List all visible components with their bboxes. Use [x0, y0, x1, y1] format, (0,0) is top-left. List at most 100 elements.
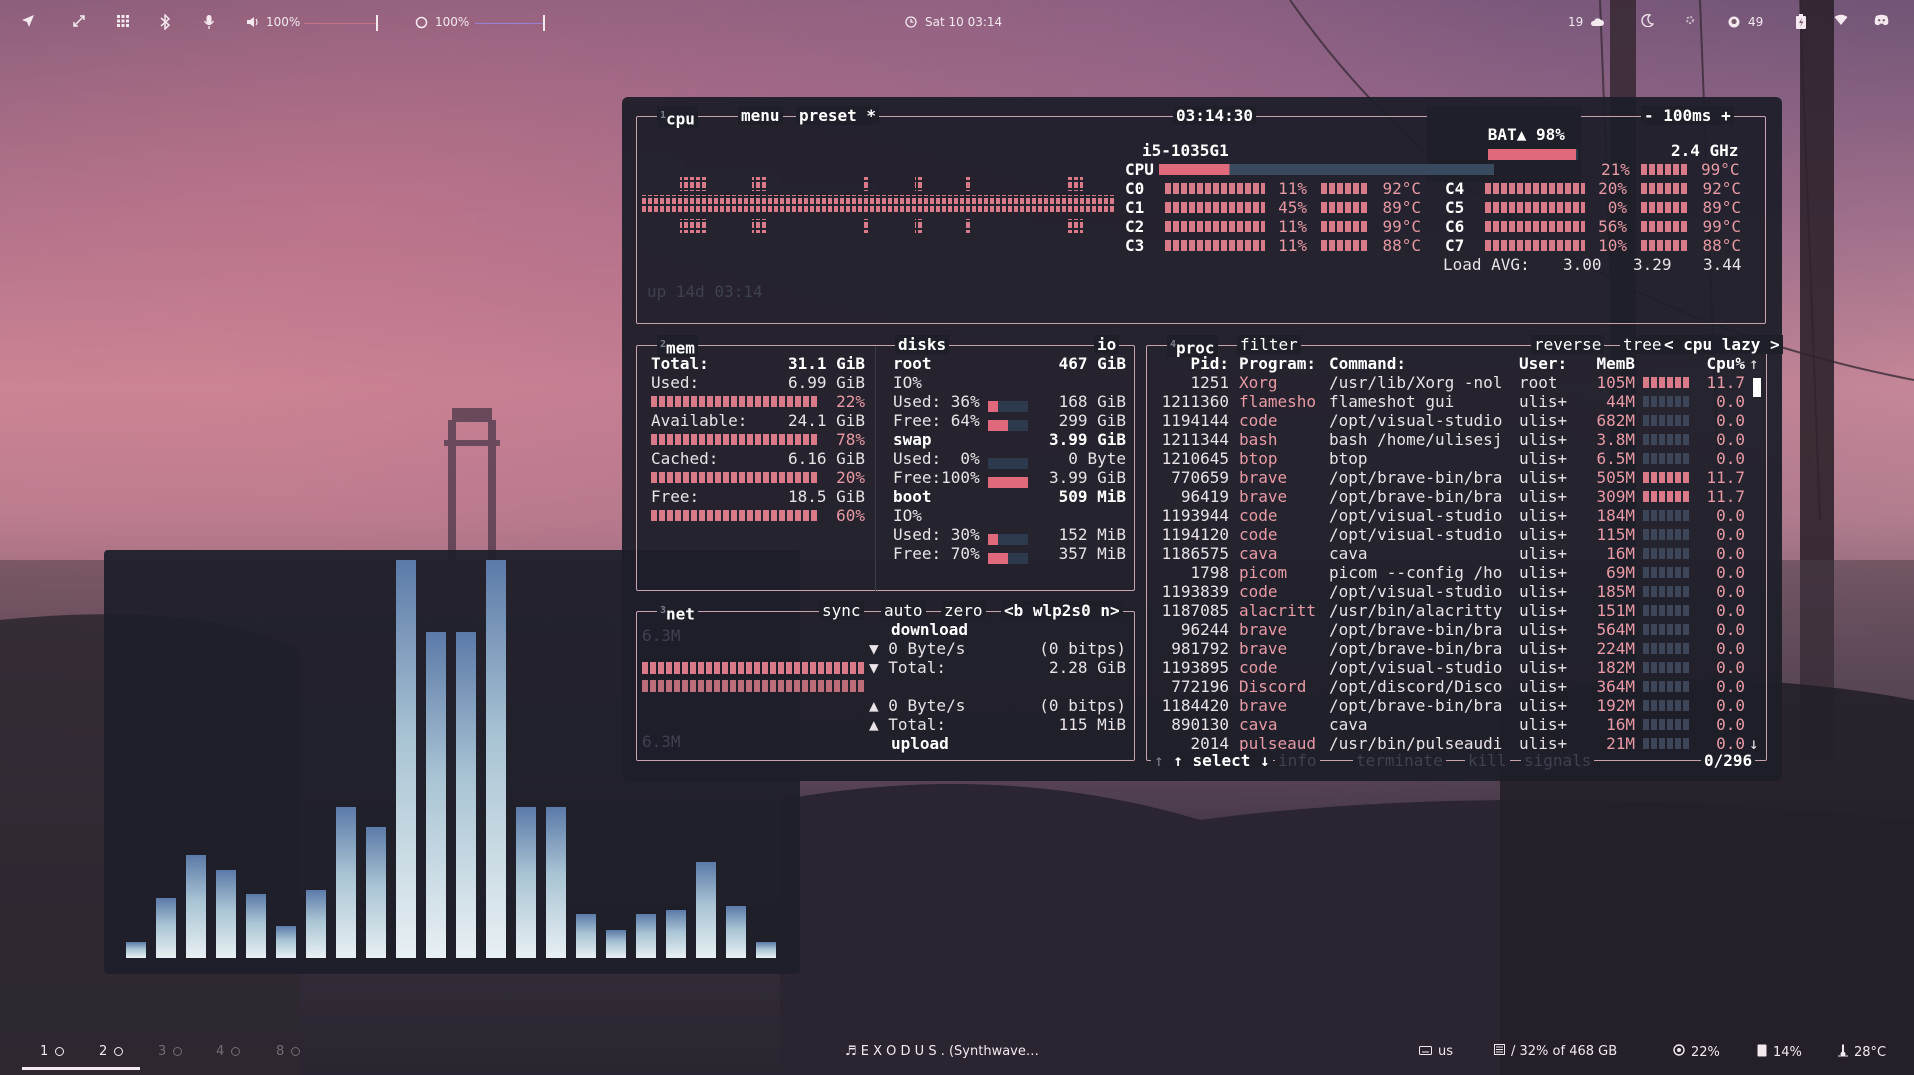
net-zero-toggle[interactable]: zero — [941, 601, 986, 620]
volume-indicator[interactable]: 100% — [244, 14, 300, 30]
proc-signals-button[interactable]: signals — [1521, 751, 1595, 770]
discord-icon[interactable] — [1874, 14, 1889, 26]
process-row[interactable]: 1251 Xorg/usr/lib/Xorg -nol root 105M 11.7 — [1147, 373, 1747, 392]
process-cpu: 0.0 — [1716, 658, 1745, 677]
scroll-up-arrow-icon[interactable]: ↑ — [1749, 354, 1759, 373]
process-row[interactable]: 1210645 btop btop ulis+ 6.5M 0.0 — [1147, 449, 1747, 468]
process-row[interactable]: 1211360 flamesho flameshot gui ulis+ 44M 0.0 — [1147, 392, 1747, 411]
temperature[interactable]: 28°C — [1838, 1044, 1886, 1061]
net-sync-toggle[interactable]: sync — [819, 601, 864, 620]
disks-box-title[interactable]: disks — [895, 335, 950, 354]
process-row[interactable]: 772196 Discord/opt/discord/Disco ulis+ 364M… — [1147, 677, 1747, 696]
process-row[interactable]: 981792 brave/opt/brave-bin/bra ulis+ 224M 0.… — [1147, 639, 1747, 658]
mem-row-value: 24.1 GiB — [787, 411, 865, 430]
process-row[interactable]: 770659 brave/opt/brave-bin/bra ulis+ 505M 11… — [1147, 468, 1747, 487]
proc-header-command[interactable]: Command: — [1329, 354, 1406, 373]
mem-row-bar — [651, 396, 817, 407]
cpu-core-temp-bar — [1641, 240, 1689, 251]
workspace-button[interactable]: 8 — [276, 1044, 301, 1059]
process-row[interactable]: 890130 cava cava ulis+ 16M 0.0 — [1147, 715, 1747, 734]
process-row[interactable]: 1187085 alacritt/usr/bin/alacritty ulis+ 15… — [1147, 601, 1747, 620]
proc-kill-button[interactable]: kill — [1465, 751, 1510, 770]
proc-terminate-button[interactable]: terminate — [1353, 751, 1446, 770]
music-now-playing[interactable]: ♬ E X O D U S . (Synthwave… — [845, 1044, 1039, 1059]
proc-header-mem[interactable]: MemB — [1587, 354, 1635, 373]
btop-terminal-window[interactable]: 1cpu menu preset * 03:14:30 BAT▲ 98% - 1… — [622, 97, 1783, 781]
mem-row-value: 18.5 GiB — [787, 487, 865, 506]
location-arrow-icon[interactable] — [21, 14, 35, 28]
workspace-button[interactable]: 1 — [40, 1044, 65, 1059]
cpu-core-bar — [1485, 183, 1585, 194]
disk-swap-free: Free:100% — [893, 468, 980, 487]
workspace-button[interactable]: 2 — [99, 1044, 124, 1059]
process-row[interactable]: 1211344 bash bash /home/ulisesj ulis+ 3.8M 0.… — [1147, 430, 1747, 449]
brightness-indicator[interactable]: 100% — [413, 14, 469, 30]
process-pid: 1251 — [1190, 373, 1229, 392]
cpu-usage[interactable]: 22% — [1673, 1044, 1720, 1060]
keyboard-layout[interactable]: us — [1419, 1044, 1453, 1059]
microphone-icon[interactable] — [203, 14, 215, 30]
memory-usage[interactable]: 14% — [1757, 1044, 1802, 1061]
cpu-core-name: C1 — [1125, 198, 1145, 217]
cava-bar — [696, 862, 716, 958]
cpu-usage-graph — [642, 177, 1114, 233]
proc-header-pid[interactable]: Pid: — [1159, 354, 1229, 373]
bluetooth-icon[interactable] — [159, 14, 171, 30]
proc-header-user[interactable]: User: — [1519, 354, 1567, 373]
weather-indicator[interactable]: 19 — [1568, 14, 1605, 30]
proc-header-cpu[interactable]: Cpu% — [1703, 354, 1745, 373]
github-indicator[interactable]: 49 — [1726, 14, 1763, 30]
disk-usage[interactable]: / 32% of 468 GB — [1494, 1044, 1617, 1059]
net-interface-selector[interactable]: <b wlp2s0 n> — [1001, 601, 1123, 620]
process-row[interactable]: 1798 picom picom --config /ho ulis+ 69M 0.0 — [1147, 563, 1747, 582]
proc-header-program[interactable]: Program: — [1239, 354, 1316, 373]
preset-button[interactable]: preset * — [796, 106, 880, 125]
brightness-slider[interactable] — [475, 23, 543, 24]
cpu-box-title[interactable]: 1cpu — [657, 106, 698, 129]
volume-slider-handle[interactable] — [376, 15, 378, 31]
expand-icon[interactable] — [72, 14, 86, 28]
process-row[interactable]: 96419 brave/opt/brave-bin/bra ulis+ 309M 11.… — [1147, 487, 1747, 506]
process-row[interactable]: 96244 brave/opt/brave-bin/bra ulis+ 564M 0.0 — [1147, 620, 1747, 639]
volume-slider[interactable] — [304, 23, 376, 24]
cpu-core-temp: 88°C — [1382, 236, 1421, 255]
process-cpu: 11.7 — [1706, 487, 1745, 506]
clock[interactable]: Sat 10 03:14 — [903, 14, 1002, 30]
battery-charging-icon[interactable] — [1795, 14, 1807, 30]
process-row[interactable]: 1193895 code/opt/visual-studio ulis+ 182M 0.… — [1147, 658, 1747, 677]
proc-tree-toggle[interactable]: tree — [1620, 335, 1665, 354]
process-mem: 682M — [1596, 411, 1635, 430]
proc-info-button[interactable]: info — [1275, 751, 1320, 770]
proc-reverse-toggle[interactable]: reverse — [1531, 335, 1605, 354]
workspace-button[interactable]: 4 — [216, 1044, 241, 1059]
menu-button[interactable]: menu — [738, 106, 783, 125]
process-user: root — [1519, 373, 1558, 392]
process-row[interactable]: 1193944 code/opt/visual-studio ulis+ 184M 0.… — [1147, 506, 1747, 525]
net-auto-toggle[interactable]: auto — [881, 601, 926, 620]
gear-icon[interactable] — [1684, 14, 1696, 26]
moon-icon[interactable] — [1641, 14, 1654, 27]
process-row[interactable]: 1194120 code/opt/visual-studio ulis+ 115M 0.… — [1147, 525, 1747, 544]
process-row[interactable]: 1186575 cava cava ulis+ 16M 0.0 — [1147, 544, 1747, 563]
proc-scrollbar-thumb[interactable] — [1753, 378, 1761, 397]
disk-swap-used-value: 0 Byte — [1068, 449, 1126, 468]
process-row[interactable]: 1193839 code/opt/visual-studio ulis+ 185M 0.… — [1147, 582, 1747, 601]
disks-io-toggle[interactable]: io — [1094, 335, 1120, 354]
workspace-number: 1 — [40, 1044, 49, 1059]
wifi-icon[interactable] — [1834, 14, 1848, 26]
net-box-title[interactable]: 3net — [657, 601, 698, 624]
process-row[interactable]: 1194144 code/opt/visual-studio ulis+ 682M 0.… — [1147, 411, 1747, 430]
net-upload-bits: (0 bitps) — [1039, 696, 1126, 715]
process-command: flameshot gui — [1329, 392, 1455, 411]
proc-filter-button[interactable]: filter — [1237, 335, 1301, 354]
brightness-slider-handle[interactable] — [543, 15, 545, 31]
grid-icon[interactable] — [116, 14, 130, 28]
process-row[interactable]: 1184420 brave/opt/brave-bin/bra ulis+ 192M 0… — [1147, 696, 1747, 715]
update-interval[interactable]: - 100ms + — [1641, 106, 1734, 125]
proc-sort-selector[interactable]: < cpu lazy > — [1661, 335, 1783, 354]
cpu-core-temp: 99°C — [1702, 217, 1741, 236]
proc-select-control[interactable]: ↑ ↑ select ↓ — [1151, 751, 1273, 770]
workspace-button[interactable]: 3 — [158, 1044, 183, 1059]
cava-bar — [126, 942, 146, 958]
mem-row-label: Total: — [651, 354, 709, 373]
